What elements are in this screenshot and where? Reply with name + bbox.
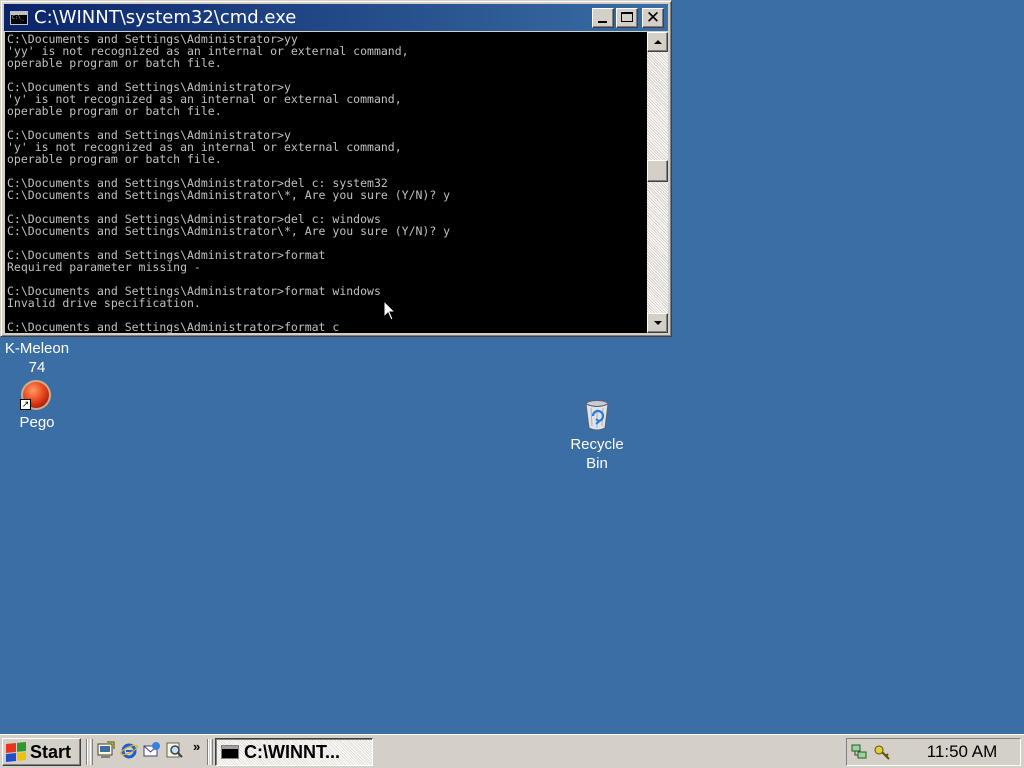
console-text: C:\Documents and Settings\Administrator>… [7, 32, 451, 333]
taskbar-button-label: C:\WINNT... [244, 741, 340, 762]
maximize-icon [621, 11, 633, 22]
recycle-label-line2: Bin [586, 455, 608, 472]
show-desktop-icon[interactable] [97, 741, 115, 759]
taskbar-button-cmd[interactable]: C:\WINNT... [215, 738, 373, 766]
scroll-thumb[interactable] [647, 160, 668, 182]
desktop: C:\WINNT\system32\cmd.exe ✕ C:\Documents… [0, 0, 1024, 734]
arrow-up-icon [654, 40, 662, 44]
quick-launch-more-button[interactable]: » [193, 739, 200, 754]
minimize-icon [598, 20, 607, 23]
search-icon[interactable] [166, 741, 184, 759]
system-tray: 11:50 AM [846, 738, 1021, 766]
scroll-up-button[interactable] [647, 32, 668, 52]
mouse-cursor-icon [383, 300, 397, 321]
shortcut-arrow-icon: ↗ [20, 399, 31, 410]
desktop-icon-pego[interactable]: ↗ Pego [6, 378, 68, 438]
internet-explorer-icon[interactable] [120, 741, 138, 759]
kmeleon-label-line2: 74 [28, 359, 46, 376]
desktop-icon-recycle-bin[interactable]: Recycle Bin [563, 397, 631, 477]
taskbar: Start » C:\WINNT... 11:50 AM [0, 734, 1024, 768]
close-button[interactable]: ✕ [642, 7, 664, 28]
recycle-label-line1: Recycle [570, 436, 624, 453]
security-key-icon[interactable] [873, 743, 891, 761]
title-bar[interactable]: C:\WINNT\system32\cmd.exe ✕ [4, 4, 668, 31]
start-button[interactable]: Start [2, 738, 81, 766]
desktop-icon-kmeleon[interactable]: K-Meleon 74 [2, 339, 72, 377]
console-icon [221, 745, 239, 759]
console-icon[interactable] [10, 10, 28, 25]
taskbar-separator-2 [207, 739, 209, 765]
minimize-button[interactable] [592, 7, 614, 28]
console-window[interactable]: C:\WINNT\system32\cmd.exe ✕ C:\Documents… [0, 0, 672, 337]
windows-logo-icon [6, 741, 26, 763]
recycle-bin-icon [585, 400, 609, 431]
start-label: Start [30, 741, 72, 762]
maximize-button[interactable] [616, 7, 638, 28]
arrow-down-icon [654, 321, 662, 325]
close-icon: ✕ [645, 7, 661, 28]
task-area-grip[interactable] [210, 739, 213, 765]
network-icon[interactable] [851, 743, 869, 761]
pego-label: Pego [19, 414, 55, 431]
quick-launch-grip[interactable] [90, 739, 93, 765]
recycle-bin-label: Recycle Bin [563, 435, 631, 473]
window-title: C:\WINNT\system32\cmd.exe [34, 7, 297, 28]
vertical-scrollbar[interactable] [647, 32, 668, 333]
console-output[interactable]: C:\Documents and Settings\Administrator>… [5, 32, 647, 333]
taskbar-separator [86, 739, 88, 765]
kmeleon-label-line1: K-Meleon [4, 340, 70, 357]
scroll-down-button[interactable] [647, 313, 668, 333]
clock[interactable]: 11:50 AM [907, 742, 1017, 762]
outlook-express-icon[interactable] [143, 741, 161, 759]
